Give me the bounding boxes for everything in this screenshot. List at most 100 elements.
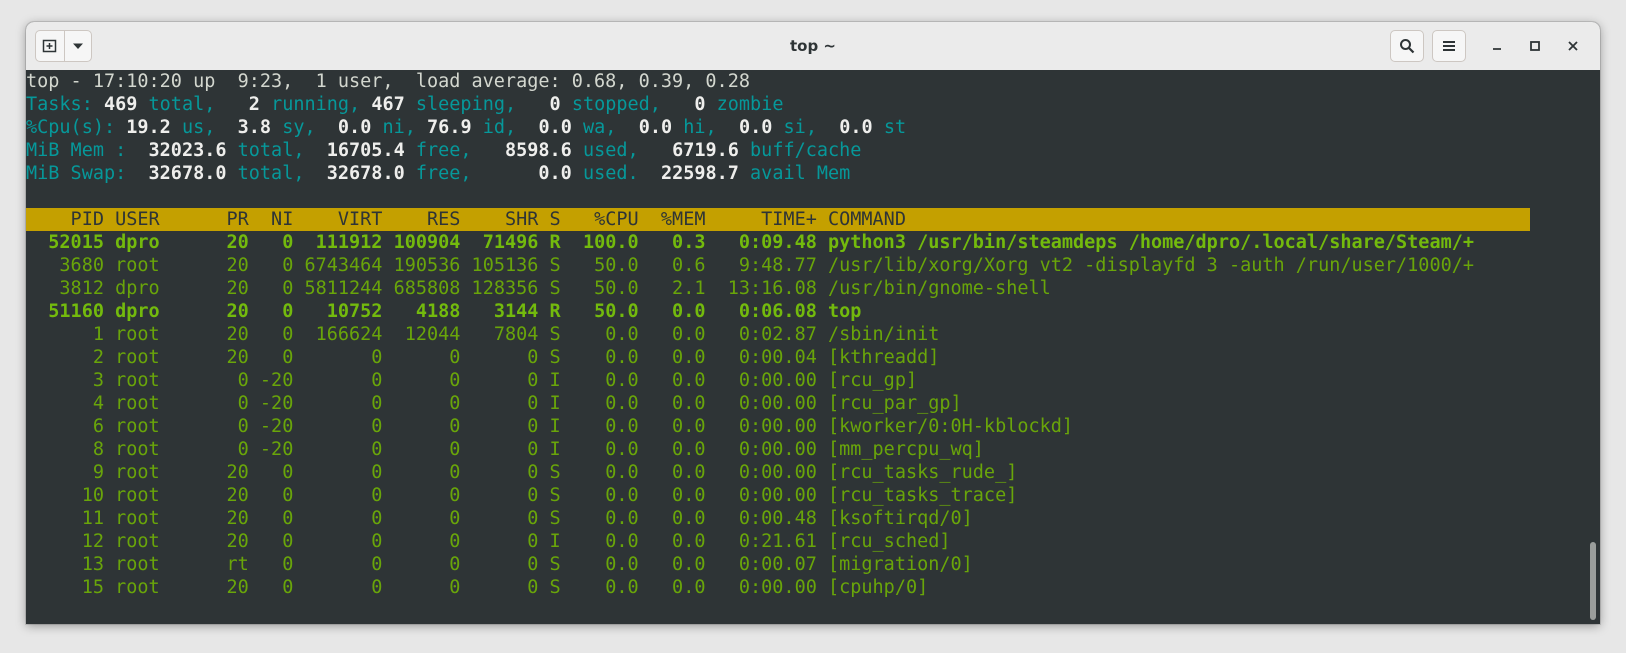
process-row: 6 root 0 -20 0 0 0 I 0.0 0.0 0:00.00 [kw…	[26, 415, 1073, 438]
close-button[interactable]	[1563, 36, 1583, 56]
summary-cpu-line: %Cpu(s): 19.2 us, 3.8 sy, 0.0 ni, 76.9 i…	[26, 116, 906, 139]
cell-mem: 0.0	[638, 462, 706, 483]
swap-total: 32678.0	[148, 163, 227, 184]
swap-used-label: used.	[582, 163, 639, 184]
cell-user: root	[103, 508, 205, 529]
cell-cpu: 0.0	[571, 439, 639, 460]
cell-virt: 0	[293, 416, 383, 437]
cell-shr: 0	[460, 485, 539, 506]
process-row: 12 root 20 0 0 0 0 I 0.0 0.0 0:21.61 [rc…	[26, 530, 951, 553]
mem-total-label: total,	[237, 140, 305, 161]
cell-time: 0:00.00	[705, 416, 817, 437]
tasks-running: 2	[248, 94, 260, 115]
cell-mem: 0.6	[638, 255, 706, 276]
cell-shr: 0	[460, 508, 539, 529]
cell-ni: -20	[248, 370, 294, 391]
cell-user: root	[103, 439, 205, 460]
cell-pid: 6	[26, 416, 104, 437]
process-table-header: PID USER PR NI VIRT RES SHR S %CPU %MEM …	[26, 208, 1530, 231]
cell-res: 685808	[382, 278, 461, 299]
cell-time: 0:09.48	[705, 232, 817, 253]
cell-shr: 0	[460, 439, 539, 460]
cell-pid: 4	[26, 393, 104, 414]
process-row: 13 root rt 0 0 0 0 S 0.0 0.0 0:00.07 [mi…	[26, 553, 973, 576]
cell-res: 0	[382, 416, 461, 437]
terminal-content[interactable]: top - 17:10:20 up 9:23, 1 user, load ave…	[26, 70, 1586, 624]
cell-pid: 13	[26, 554, 104, 575]
cell-time: 0:00.00	[705, 462, 817, 483]
cell-cmd: [kthreadd]	[816, 347, 940, 368]
cell-cpu: 0.0	[571, 554, 639, 575]
search-button[interactable]	[1390, 30, 1424, 62]
process-row: 3812 dpro 20 0 5811244 685808 128356 S 5…	[26, 277, 1051, 300]
column-header-time: TIME+	[705, 209, 817, 230]
cell-pid: 12	[26, 531, 104, 552]
minimize-icon	[1493, 48, 1501, 50]
scrollbar[interactable]	[1586, 70, 1600, 624]
cell-pid: 2	[26, 347, 104, 368]
cell-mem: 2.1	[638, 278, 706, 299]
cell-pr: 20	[204, 278, 249, 299]
cell-virt: 0	[293, 485, 383, 506]
cell-virt: 0	[293, 439, 383, 460]
cell-cpu: 0.0	[571, 531, 639, 552]
cell-res: 12044	[382, 324, 461, 345]
cell-virt: 0	[293, 393, 383, 414]
cell-virt: 10752	[293, 301, 383, 322]
cell-res: 0	[382, 370, 461, 391]
cell-user: root	[103, 462, 205, 483]
cell-virt: 0	[293, 370, 383, 391]
cell-ni: 0	[248, 347, 294, 368]
column-header-ni: NI	[248, 209, 294, 230]
cell-res: 0	[382, 347, 461, 368]
cell-ni: 0	[248, 324, 294, 345]
minimize-button[interactable]	[1487, 36, 1507, 56]
main-menu-button[interactable]	[1432, 30, 1466, 62]
cell-user: root	[103, 255, 205, 276]
cell-s: S	[538, 485, 572, 506]
cell-cmd: [mm_percpu_wq]	[816, 439, 984, 460]
close-icon	[1568, 41, 1578, 51]
cell-s: S	[538, 508, 572, 529]
cell-cmd: /usr/bin/gnome-shell	[816, 278, 1051, 299]
column-header-pid: PID	[26, 209, 104, 230]
maximize-button[interactable]	[1525, 36, 1545, 56]
cpu-wa-label: wa,	[583, 117, 617, 138]
cell-mem: 0.0	[638, 554, 706, 575]
cell-s: I	[538, 531, 572, 552]
cell-pr: 20	[204, 301, 249, 322]
cell-pr: rt	[204, 554, 249, 575]
cell-res: 0	[382, 554, 461, 575]
cell-ni: -20	[248, 393, 294, 414]
scrollbar-thumb[interactable]	[1590, 542, 1596, 620]
cell-cmd: [cpuhp/0]	[816, 577, 929, 598]
cpu-si: 0.0	[738, 117, 773, 138]
cell-virt: 0	[293, 462, 383, 483]
cell-shr: 0	[460, 416, 539, 437]
cpu-si-label: si,	[783, 117, 817, 138]
cell-ni: 0	[248, 232, 294, 253]
cell-pid: 10	[26, 485, 104, 506]
column-header-virt: VIRT	[293, 209, 383, 230]
cell-virt: 0	[293, 577, 383, 598]
cell-cpu: 0.0	[571, 577, 639, 598]
cell-time: 0:06.08	[705, 301, 817, 322]
cell-pr: 20	[204, 232, 249, 253]
cell-pr: 0	[204, 370, 249, 391]
process-row: 8 root 0 -20 0 0 0 I 0.0 0.0 0:00.00 [mm…	[26, 438, 984, 461]
swap-label: MiB Swap:	[26, 163, 127, 184]
cell-cpu: 0.0	[571, 393, 639, 414]
cell-virt: 0	[293, 531, 383, 552]
cell-mem: 0.0	[638, 416, 706, 437]
mem-used: 8598.6	[504, 140, 572, 161]
cell-user: root	[103, 347, 205, 368]
cell-res: 0	[382, 531, 461, 552]
swap-free-label: free,	[415, 163, 472, 184]
cell-res: 0	[382, 439, 461, 460]
tasks-zombie-label: zombie	[716, 94, 784, 115]
cell-shr: 105136	[460, 255, 539, 276]
cell-cmd: [kworker/0:0H-kblockd]	[816, 416, 1074, 437]
cell-ni: 0	[248, 278, 294, 299]
search-icon	[1400, 39, 1415, 54]
cell-s: I	[538, 439, 572, 460]
